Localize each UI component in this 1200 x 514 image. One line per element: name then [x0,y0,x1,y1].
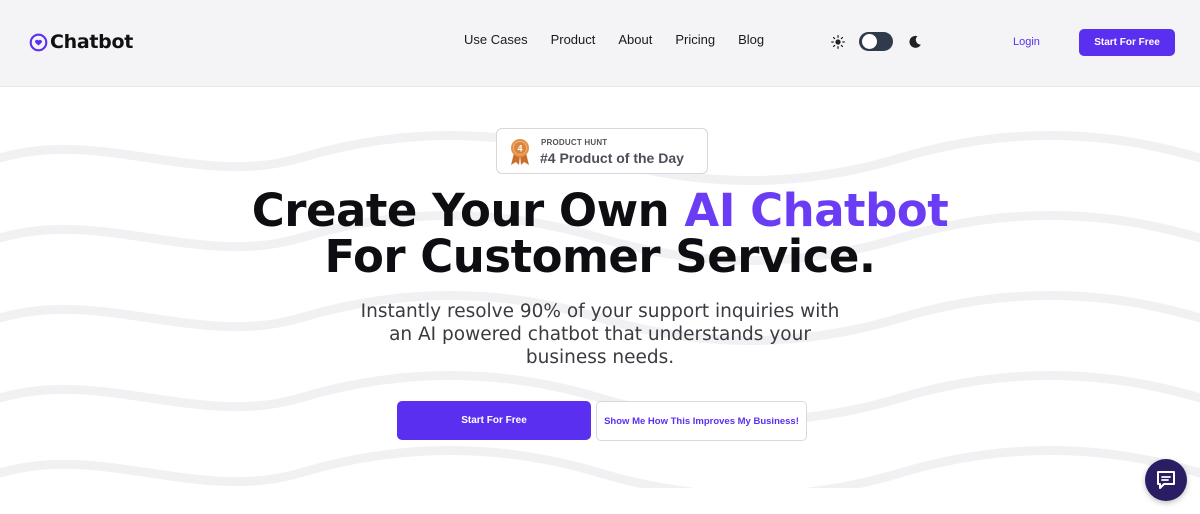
badge-title: #4 Product of the Day [540,150,684,166]
product-hunt-badge[interactable]: 4 PRODUCT HUNT #4 Product of the Day [496,128,708,174]
sun-icon[interactable] [831,34,845,49]
toggle-knob [862,34,877,49]
hero-headline: Create Your Own AI Chatbot [0,188,1200,233]
hero-headline-line2: For Customer Service. [324,230,876,283]
start-free-button[interactable]: Start For Free [397,401,591,440]
nav-blog[interactable]: Blog [738,32,764,47]
login-link[interactable]: Login [1013,36,1040,48]
header-start-free-button[interactable]: Start For Free [1079,29,1175,56]
site-header: Chatbot Use Cases Product About Pricing … [0,0,1200,87]
nav-use-cases[interactable]: Use Cases [464,32,528,47]
show-me-how-button[interactable]: Show Me How This Improves My Business! [596,401,807,441]
theme-switcher [831,32,922,51]
brand-name: Chatbot [50,31,134,53]
nav-product[interactable]: Product [551,32,596,47]
medal-rank: 4 [517,143,522,153]
theme-toggle[interactable] [859,32,893,51]
chat-launcher-button[interactable] [1145,459,1187,501]
medal-icon: 4 [511,139,529,165]
moon-icon[interactable] [908,35,922,49]
hero-subtitle: Instantly resolve 90% of your support in… [360,301,840,368]
nav-about[interactable]: About [618,32,652,47]
brand-logo[interactable]: Chatbot [29,31,133,53]
nav-pricing[interactable]: Pricing [675,32,715,47]
chat-icon [1157,471,1175,489]
badge-kicker: PRODUCT HUNT [541,138,608,147]
main-nav: Use Cases Product About Pricing Blog [464,32,787,47]
chat-bubble-heart-icon [29,33,48,51]
